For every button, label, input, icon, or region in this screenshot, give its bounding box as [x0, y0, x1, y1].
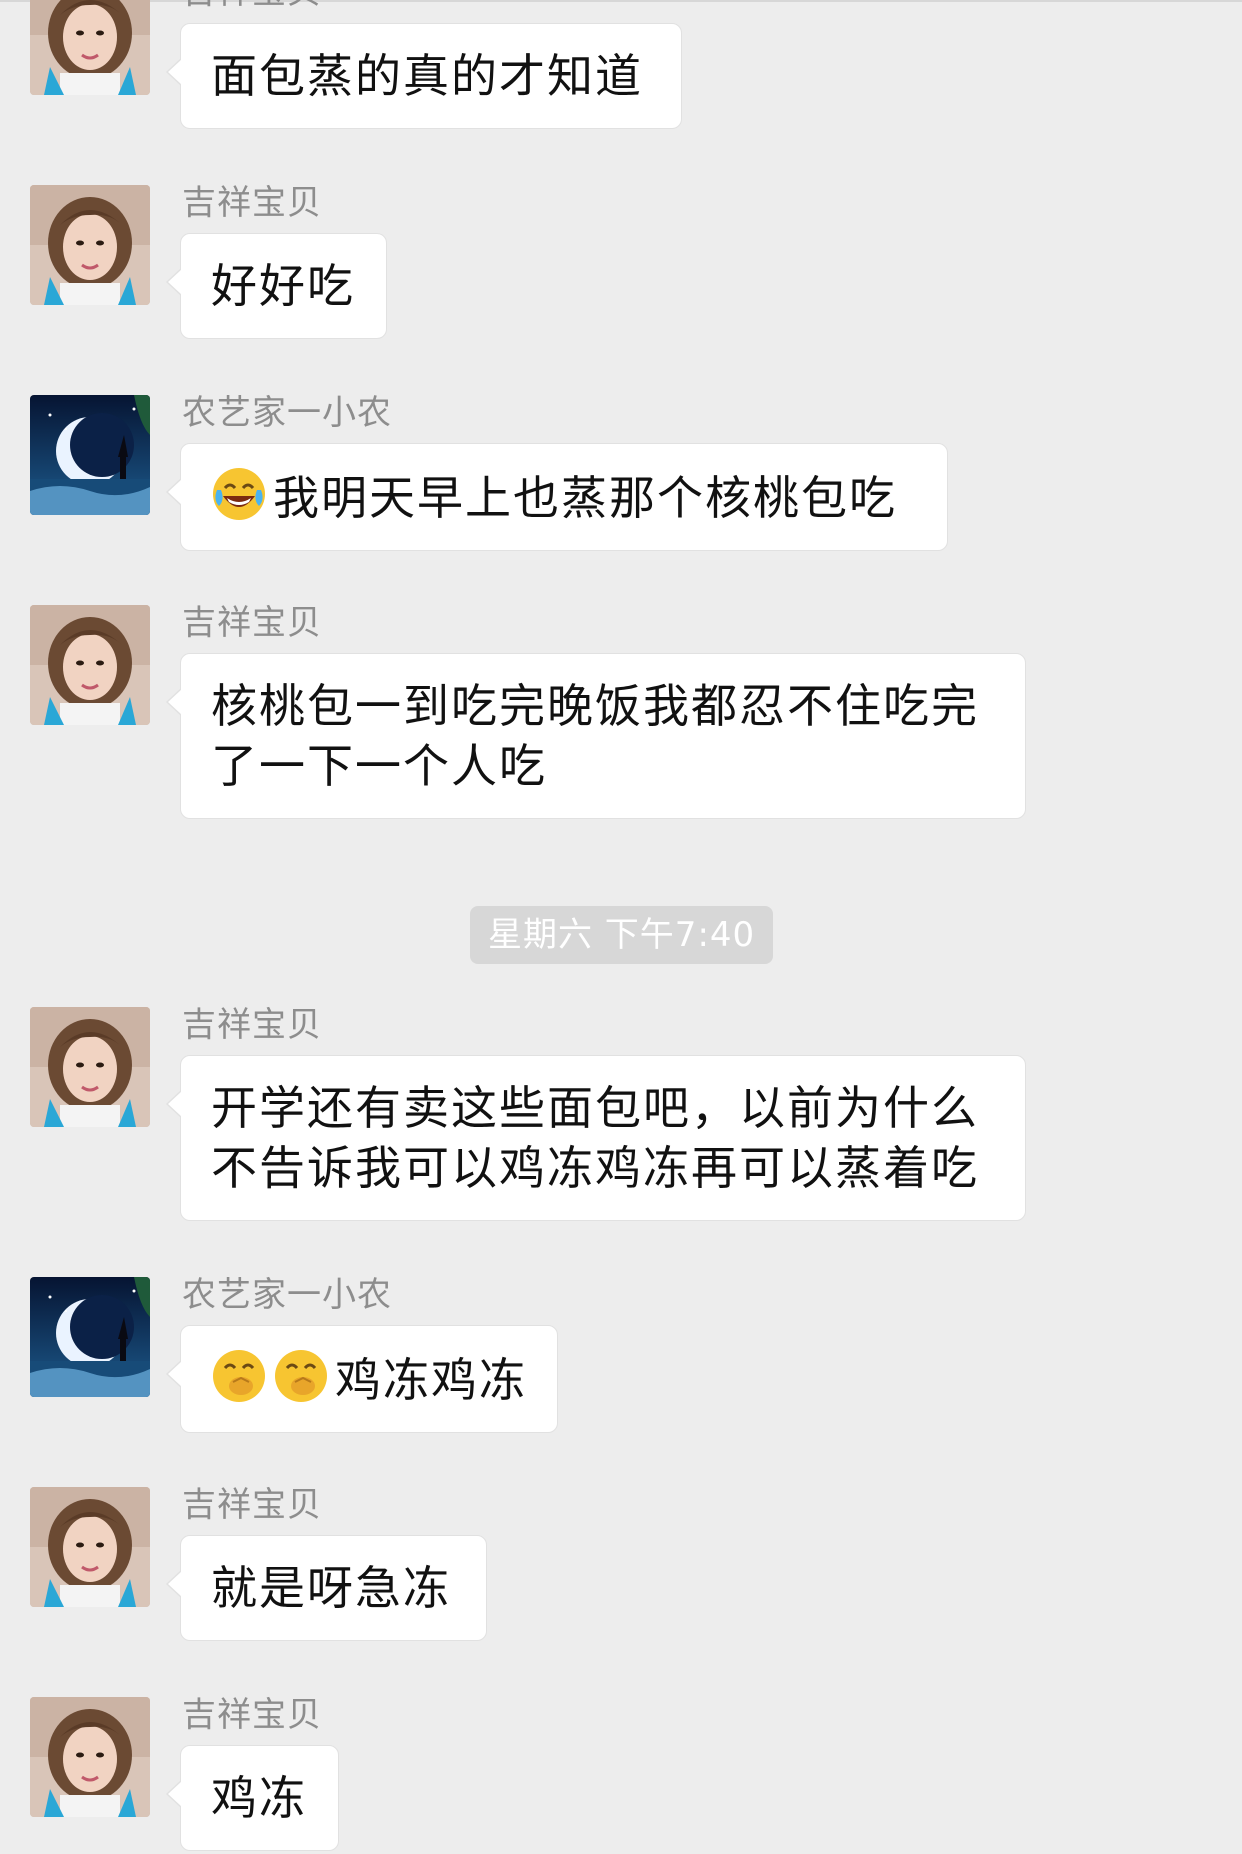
message-bubble[interactable]: 鸡冻鸡冻 [166, 1325, 558, 1433]
avatar[interactable] [30, 1487, 150, 1607]
message-bubble[interactable]: 我明天早上也蒸那个核桃包吃 [166, 443, 948, 551]
sender-name: 吉祥宝贝 [182, 1005, 322, 1045]
woman-portrait-avatar-icon [30, 0, 150, 95]
sender-name: 吉祥宝贝 [182, 1485, 322, 1525]
avatar[interactable] [30, 1697, 150, 1817]
message-text: 核桃包一到吃完晚饭我都忍不住吃完了一下一个人吃 [211, 679, 979, 793]
message-bubble[interactable]: 开学还有卖这些面包吧，以前为什么不告诉我可以鸡冻鸡冻再可以蒸着吃 [166, 1055, 1026, 1221]
message-text: 好好吃 [211, 259, 355, 313]
sender-name: 吉祥宝贝 [182, 183, 322, 223]
avatar[interactable] [30, 0, 150, 95]
hand-over-mouth-emoji-icon [211, 1348, 267, 1404]
woman-portrait-avatar-icon [30, 605, 150, 725]
sender-name: 农艺家一小农 [182, 1275, 392, 1315]
hand-over-mouth-emoji-icon [273, 1348, 329, 1404]
moon-night-avatar-icon [30, 395, 150, 515]
message-bubble[interactable]: 就是呀急冻 [166, 1535, 487, 1641]
message-text: 面包蒸的真的才知道 [211, 49, 643, 103]
message-text: 我明天早上也蒸那个核桃包吃 [273, 471, 897, 525]
message-text: 就是呀急冻 [211, 1561, 451, 1615]
sender-name: 吉祥宝贝 [182, 603, 322, 643]
chat-message-list[interactable]: 吉祥宝贝 面包蒸的真的才知道 吉祥宝贝 好好吃 [0, 0, 1242, 1854]
avatar[interactable] [30, 1007, 150, 1127]
timestamp-label: 星期六 下午7:40 [470, 906, 774, 964]
message-bubble[interactable]: 鸡冻 [166, 1745, 339, 1851]
avatar[interactable] [30, 395, 150, 515]
woman-portrait-avatar-icon [30, 1487, 150, 1607]
sender-name: 农艺家一小农 [182, 393, 392, 433]
message-text: 鸡冻 [211, 1771, 307, 1825]
moon-night-avatar-icon [30, 1277, 150, 1397]
avatar[interactable] [30, 185, 150, 305]
message-bubble[interactable]: 核桃包一到吃完晚饭我都忍不住吃完了一下一个人吃 [166, 653, 1026, 819]
woman-portrait-avatar-icon [30, 185, 150, 305]
message-text: 鸡冻鸡冻 [335, 1353, 527, 1407]
message-text: 开学还有卖这些面包吧，以前为什么不告诉我可以鸡冻鸡冻再可以蒸着吃 [211, 1081, 979, 1195]
message-bubble[interactable]: 好好吃 [166, 233, 387, 339]
sender-name: 吉祥宝贝 [182, 1695, 322, 1735]
tears-of-joy-emoji-icon [211, 466, 267, 522]
message-bubble[interactable]: 面包蒸的真的才知道 [166, 23, 682, 129]
sender-name: 吉祥宝贝 [182, 0, 322, 12]
avatar[interactable] [30, 605, 150, 725]
woman-portrait-avatar-icon [30, 1007, 150, 1127]
woman-portrait-avatar-icon [30, 1697, 150, 1817]
avatar[interactable] [30, 1277, 150, 1397]
